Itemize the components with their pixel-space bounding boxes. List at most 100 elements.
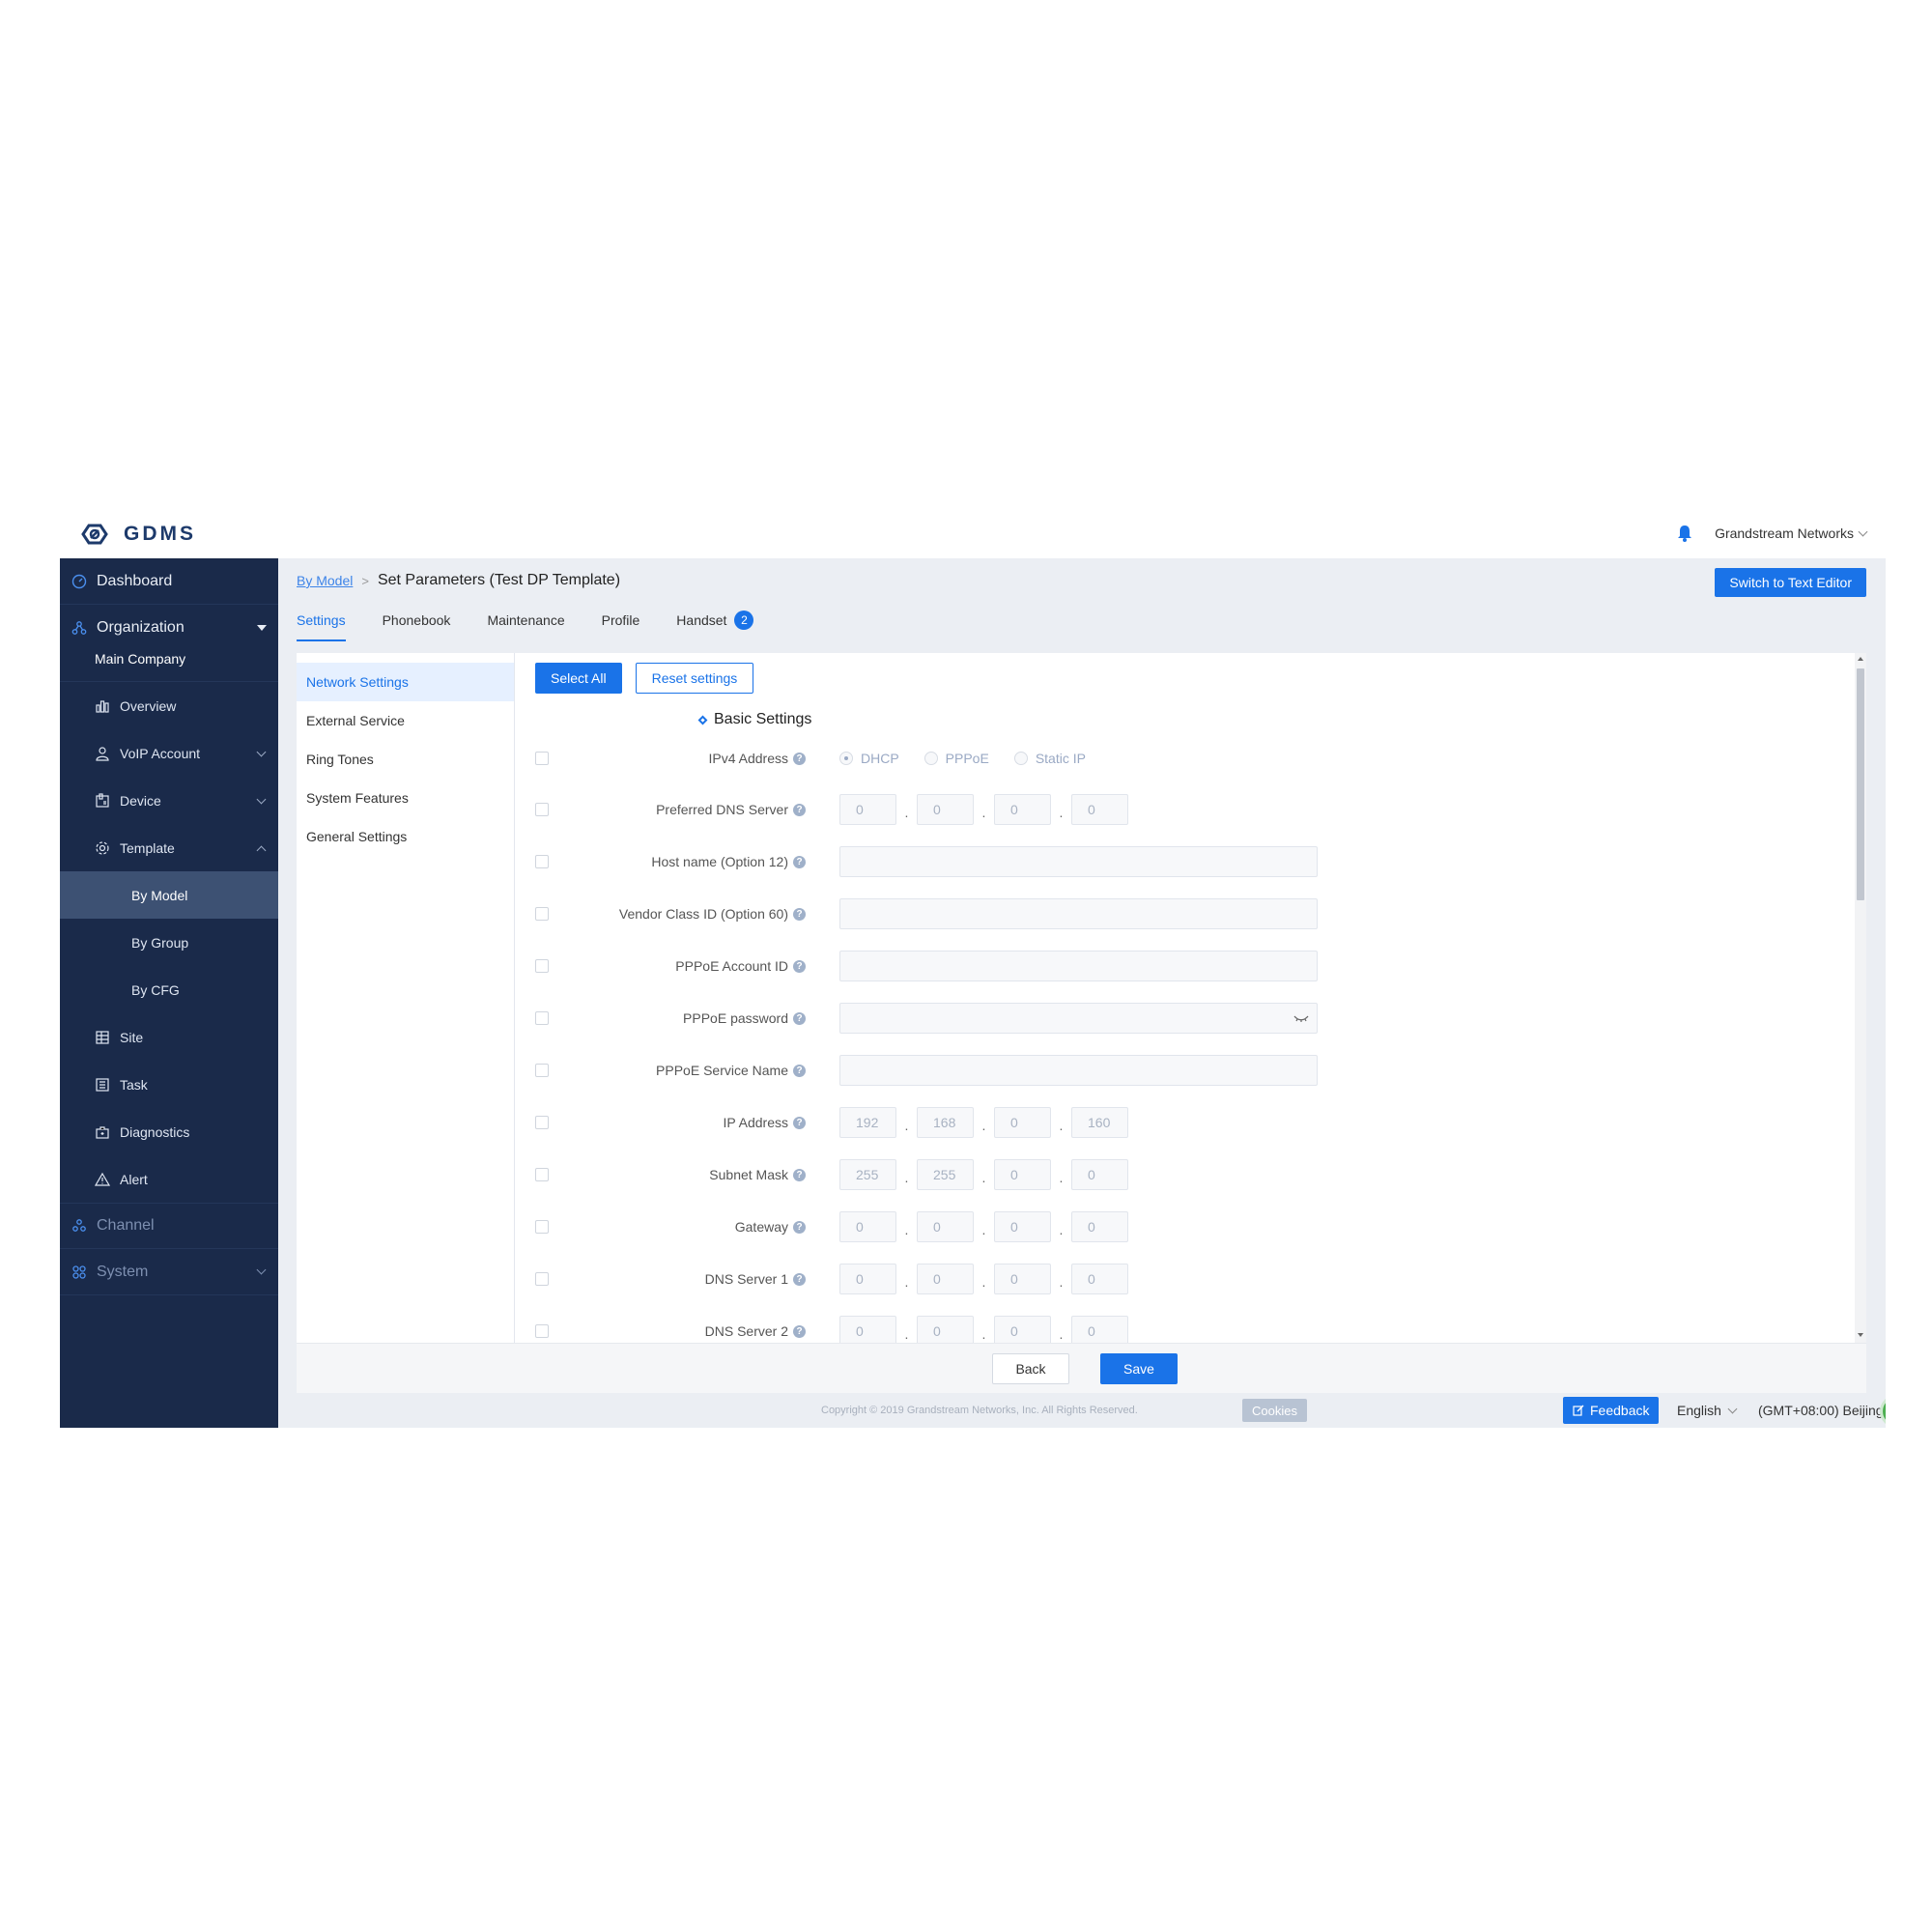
help-icon[interactable]: ? <box>793 1168 806 1181</box>
row-checkbox[interactable] <box>535 752 549 765</box>
ip-octet-input[interactable]: 0 <box>839 1211 896 1242</box>
tab-handset[interactable]: Handset 2 <box>676 611 754 641</box>
ip-octet-input[interactable]: 0 <box>994 1264 1051 1294</box>
subnav-system-features[interactable]: System Features <box>297 779 514 817</box>
subnav-network-settings[interactable]: Network Settings <box>297 663 514 701</box>
ip-octet-input[interactable]: 0 <box>917 1211 974 1242</box>
sidebar-item-device[interactable]: Device <box>60 777 278 824</box>
help-icon[interactable]: ? <box>793 959 806 973</box>
sidebar-item-by-cfg[interactable]: By CFG <box>60 966 278 1013</box>
sidebar-item-template[interactable]: Template <box>60 824 278 871</box>
ip-octet-input[interactable]: 0 <box>839 1316 896 1343</box>
help-icon[interactable]: ? <box>793 1220 806 1234</box>
subnav-general-settings[interactable]: General Settings <box>297 817 514 856</box>
radio-static-ip[interactable]: Static IP <box>1013 751 1086 766</box>
ip-octet-input[interactable]: 0 <box>839 1264 896 1294</box>
row-checkbox[interactable] <box>535 803 549 816</box>
sidebar-item-dashboard[interactable]: Dashboard <box>60 558 278 605</box>
sidebar-item-diagnostics[interactable]: Diagnostics <box>60 1108 278 1155</box>
sidebar-item-system[interactable]: System <box>60 1249 278 1295</box>
pppoe-account-input[interactable] <box>839 951 1318 981</box>
ip-octet-input[interactable]: 0 <box>917 1264 974 1294</box>
pppoe-password-input[interactable] <box>839 1003 1318 1034</box>
scroll-thumb[interactable] <box>1857 668 1864 900</box>
row-checkbox[interactable] <box>535 1220 549 1234</box>
back-button[interactable]: Back <box>992 1353 1069 1384</box>
ip-octet-input[interactable]: 0 <box>917 1316 974 1343</box>
help-icon[interactable]: ? <box>793 1011 806 1025</box>
sidebar-item-channel[interactable]: Channel <box>60 1203 278 1249</box>
tab-settings[interactable]: Settings <box>297 612 346 641</box>
ip-octet-input[interactable]: 255 <box>839 1159 896 1190</box>
tab-phonebook[interactable]: Phonebook <box>383 612 451 641</box>
form-scrollbar[interactable] <box>1855 653 1866 1343</box>
row-checkbox[interactable] <box>535 855 549 868</box>
subnav-ring-tones[interactable]: Ring Tones <box>297 740 514 779</box>
feedback-button[interactable]: Feedback <box>1563 1397 1660 1424</box>
breadcrumb-by-model-link[interactable]: By Model <box>297 573 353 588</box>
sidebar-item-overview[interactable]: Overview <box>60 682 278 729</box>
switch-to-text-editor-button[interactable]: Switch to Text Editor <box>1715 568 1866 597</box>
save-button[interactable]: Save <box>1100 1353 1178 1384</box>
host-name-input[interactable] <box>839 846 1318 877</box>
scroll-up-arrow-icon[interactable] <box>1858 657 1863 661</box>
sidebar-item-alert[interactable]: Alert <box>60 1155 278 1203</box>
help-icon[interactable]: ? <box>793 1064 806 1077</box>
row-checkbox[interactable] <box>535 959 549 973</box>
select-all-button[interactable]: Select All <box>535 663 622 694</box>
row-checkbox[interactable] <box>535 1064 549 1077</box>
ip-octet-input[interactable]: 0 <box>994 1316 1051 1343</box>
ip-octet-input[interactable]: 0 <box>994 794 1051 825</box>
help-icon[interactable]: ? <box>793 803 806 816</box>
sidebar-item-organization[interactable]: Organization <box>60 605 278 651</box>
eye-closed-icon[interactable] <box>1293 1013 1309 1023</box>
ip-octet-input[interactable]: 0 <box>1071 1211 1128 1242</box>
ip-octet-input[interactable]: 0 <box>839 794 896 825</box>
ip-octet-input[interactable]: 255 <box>917 1159 974 1190</box>
tab-profile[interactable]: Profile <box>602 612 640 641</box>
help-icon[interactable]: ? <box>793 1116 806 1129</box>
language-select[interactable]: English <box>1677 1403 1738 1418</box>
sidebar-item-task[interactable]: Task <box>60 1061 278 1108</box>
ip-octet-input[interactable]: 0 <box>1071 1316 1128 1343</box>
vendor-class-input[interactable] <box>839 898 1318 929</box>
ip-octet-input[interactable]: 0 <box>994 1107 1051 1138</box>
ip-octet-input[interactable]: 0 <box>1071 1159 1128 1190</box>
logo[interactable]: GDMS <box>77 522 196 547</box>
timezone-select[interactable]: (GMT+08:00) Beijing, Ch <box>1758 1403 1886 1418</box>
cookies-button[interactable]: Cookies <box>1242 1399 1307 1422</box>
ip-octet-input[interactable]: 0 <box>917 794 974 825</box>
sidebar-item-by-model[interactable]: By Model <box>60 871 278 919</box>
help-icon[interactable]: ? <box>793 752 806 765</box>
help-icon[interactable]: ? <box>793 855 806 868</box>
radio-dhcp[interactable]: DHCP <box>839 751 899 766</box>
sidebar-item-site[interactable]: Site <box>60 1013 278 1061</box>
scroll-down-arrow-icon[interactable] <box>1858 1333 1863 1337</box>
ip-octet-input[interactable]: 0 <box>1071 1264 1128 1294</box>
org-switcher[interactable]: Grandstream Networks <box>1715 526 1868 541</box>
ip-octet-input[interactable]: 160 <box>1071 1107 1128 1138</box>
ip-octet-input[interactable]: 0 <box>1071 794 1128 825</box>
bell-icon[interactable] <box>1676 524 1693 543</box>
row-checkbox[interactable] <box>535 1011 549 1025</box>
help-icon[interactable]: ? <box>793 1324 806 1338</box>
pppoe-service-input[interactable] <box>839 1055 1318 1086</box>
radio-pppoe[interactable]: PPPoE <box>923 751 989 766</box>
ip-octet-input[interactable]: 168 <box>917 1107 974 1138</box>
sidebar-item-voip-account[interactable]: VoIP Account <box>60 729 278 777</box>
row-checkbox[interactable] <box>535 1324 549 1338</box>
help-icon[interactable]: ? <box>793 1272 806 1286</box>
row-checkbox[interactable] <box>535 1116 549 1129</box>
row-checkbox[interactable] <box>535 907 549 921</box>
sidebar-item-by-group[interactable]: By Group <box>60 919 278 966</box>
ip-octet-input[interactable]: 192 <box>839 1107 896 1138</box>
company-name[interactable]: Main Company <box>60 651 278 682</box>
help-icon[interactable]: ? <box>793 907 806 921</box>
row-checkbox[interactable] <box>535 1272 549 1286</box>
row-checkbox[interactable] <box>535 1168 549 1181</box>
notification-badge[interactable]: 17 <box>1880 1395 1886 1428</box>
ip-octet-input[interactable]: 0 <box>994 1211 1051 1242</box>
subnav-external-service[interactable]: External Service <box>297 701 514 740</box>
ip-octet-input[interactable]: 0 <box>994 1159 1051 1190</box>
reset-settings-button[interactable]: Reset settings <box>635 663 754 694</box>
